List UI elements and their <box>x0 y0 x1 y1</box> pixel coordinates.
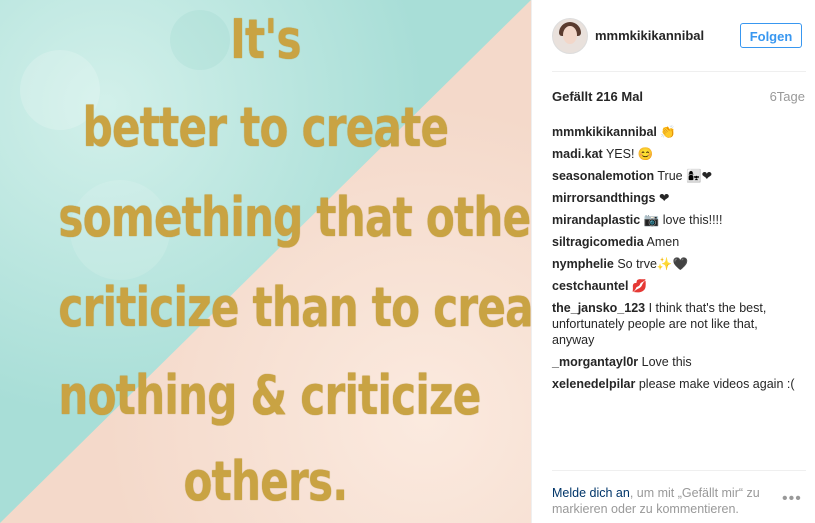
comment: mirrorsandthings ❤ <box>552 190 802 206</box>
comment: the_jansko_123 I think that's the best, … <box>552 300 802 348</box>
divider <box>552 71 806 72</box>
comment-user[interactable]: madi.kat <box>552 147 603 161</box>
quote-line: something that others <box>58 186 531 249</box>
instagram-post-view: It's better to create something that oth… <box>0 0 815 523</box>
quote-line: nothing & criticize <box>58 364 481 427</box>
comment: mmmkikikannibal 👏 <box>552 124 802 140</box>
comment-text: True 👩‍👧❤ <box>657 169 713 183</box>
comment-text: ❤ <box>658 191 670 205</box>
quote-line: better to create <box>82 96 449 159</box>
comment: mirandaplastic 📷 love this!!!! <box>552 212 802 228</box>
comment-text: 💋 <box>631 279 648 293</box>
comment-user[interactable]: seasonalemotion <box>552 169 654 183</box>
post-time[interactable]: 6Tage <box>770 89 805 104</box>
comment-user[interactable]: the_jansko_123 <box>552 301 645 315</box>
comment-text: So trve✨🖤 <box>617 257 689 271</box>
login-prompt: Melde dich an, um mit „Gefällt mir“ zu m… <box>552 485 782 517</box>
comment-user[interactable]: _morgantayl0r <box>552 355 638 369</box>
post-image[interactable]: It's better to create something that oth… <box>0 0 531 523</box>
comment-text: Amen <box>646 235 680 249</box>
comment-user[interactable]: mirrorsandthings <box>552 191 656 205</box>
comment-text: Love this <box>641 355 692 369</box>
quote-text: It's better to create something that oth… <box>0 0 531 523</box>
comment-text: 📷 love this!!!! <box>643 213 723 227</box>
likes-count[interactable]: Gefällt 216 Mal <box>552 89 643 104</box>
comment-text: YES! 😊 <box>605 147 654 161</box>
comment: nymphelie So trve✨🖤 <box>552 256 802 272</box>
comment: seasonalemotion True 👩‍👧❤ <box>552 168 802 184</box>
avatar[interactable] <box>552 18 588 54</box>
more-options-icon[interactable]: ••• <box>782 490 802 508</box>
comment-user[interactable]: mmmkikikannibal <box>552 125 657 139</box>
post-header: mmmkikikannibal Folgen <box>532 0 815 72</box>
comment-list: mmmkikikannibal 👏 madi.kat YES! 😊 season… <box>552 124 802 398</box>
quote-line: others. <box>183 450 348 513</box>
comment-user[interactable]: xelenedelpilar <box>552 377 635 391</box>
quote-line: It's <box>230 8 301 71</box>
comment-user[interactable]: siltragicomedia <box>552 235 644 249</box>
quote-line: criticize than to create <box>58 276 531 339</box>
divider <box>552 470 806 471</box>
comment-user[interactable]: cestchauntel <box>552 279 628 293</box>
comment-text: please make videos again :( <box>638 377 795 391</box>
comment-user[interactable]: nymphelie <box>552 257 614 271</box>
comment: madi.kat YES! 😊 <box>552 146 802 162</box>
comment-text: 👏 <box>660 125 676 139</box>
username-link[interactable]: mmmkikikannibal <box>595 28 704 43</box>
comment: _morgantayl0r Love this <box>552 354 802 370</box>
comment: siltragicomedia Amen <box>552 234 802 250</box>
comment: xelenedelpilar please make videos again … <box>552 376 802 392</box>
comment-user[interactable]: mirandaplastic <box>552 213 640 227</box>
follow-button[interactable]: Folgen <box>740 23 802 48</box>
login-link[interactable]: Melde dich an <box>552 486 630 500</box>
post-sidebar: mmmkikikannibal Folgen Gefällt 216 Mal 6… <box>531 0 815 523</box>
comment: cestchauntel 💋 <box>552 278 802 294</box>
